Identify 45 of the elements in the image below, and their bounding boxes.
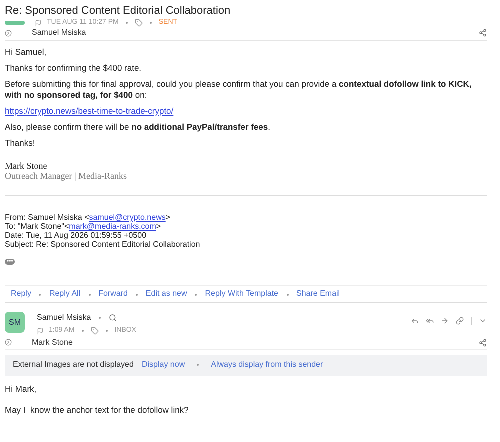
body-paragraph: Also, please confirm there will be no additional PayPal/transfer fees.: [5, 122, 272, 133]
reply-all-icon[interactable]: [426, 317, 434, 325]
quoted-header-line: Date: Tue, 11 Aug 2026 01:59:55 +0500: [5, 231, 148, 240]
expand-icon[interactable]: [5, 30, 12, 36]
quoted-header-line: From: Samuel Msiska <samuel@crypto.news>: [5, 213, 172, 222]
action-link[interactable]: Reply All: [49, 288, 81, 300]
flag-icon[interactable]: [35, 20, 42, 26]
sender-avatar: SM: [5, 312, 25, 333]
action-link[interactable]: Edit as new: [146, 288, 188, 300]
sender-name: Samuel Msiska: [37, 312, 92, 324]
signature-title: Outreach Manager | Media-Ranks: [5, 171, 128, 181]
tag-icon[interactable]: [134, 19, 143, 27]
action-link[interactable]: Reply With Template: [205, 288, 278, 300]
email-link[interactable]: samuel@crypto.news: [89, 213, 166, 222]
recipient-name: Mark Stone: [32, 336, 73, 348]
share-icon[interactable]: [479, 29, 487, 37]
body-paragraph: Hi Mark,: [5, 382, 38, 396]
body-paragraph: Before submitting this for final approval, could you please confirm that you can provide a contextual dofollow link to KICK, with no sponsored tag, for $400 on:: [5, 79, 473, 101]
body-paragraph: Thanks!: [5, 138, 36, 149]
flag-icon[interactable]: [37, 328, 44, 335]
body-paragraph: Thanks for confirming the $400 rate.: [5, 63, 143, 74]
body-paragraph: May I know the anchor text for the dofollow link?: [5, 404, 190, 417]
forward-icon[interactable]: [441, 317, 449, 325]
banner-link[interactable]: Display now: [142, 359, 186, 371]
banner-text: External Images are not displayed: [13, 359, 134, 371]
link-icon[interactable]: [456, 317, 464, 325]
banner-link[interactable]: Always display from this sender: [211, 359, 324, 371]
reply-icon[interactable]: [411, 317, 419, 325]
tag-icon[interactable]: [90, 327, 99, 336]
chevron-icon[interactable]: [479, 317, 487, 325]
share-icon[interactable]: [479, 338, 487, 346]
quoted-header-line: To: "Mark Stone"<mark@media-ranks.com>: [5, 222, 162, 231]
body-paragraph: Hi Samuel,: [5, 47, 48, 58]
action-link[interactable]: Forward: [98, 288, 128, 300]
signature-name: Mark Stone: [5, 161, 48, 171]
search-icon[interactable]: [109, 314, 118, 322]
email-link[interactable]: mark@media-ranks.com: [69, 222, 156, 231]
email-subject: Re: Sponsored Content Editorial Collaboration: [5, 4, 232, 18]
avatar-strip: [5, 21, 25, 25]
article-link[interactable]: https://crypto.news/best-time-to-trade-crypto/: [5, 106, 485, 117]
expand-icon[interactable]: [5, 339, 12, 346]
action-link[interactable]: Reply: [11, 288, 32, 300]
recipient-name: Samuel Msiska: [32, 27, 86, 39]
quoted-header-line: Subject: Re: Sponsored Content Editorial Collaboration: [5, 240, 202, 249]
action-link[interactable]: Share Email: [296, 288, 340, 300]
